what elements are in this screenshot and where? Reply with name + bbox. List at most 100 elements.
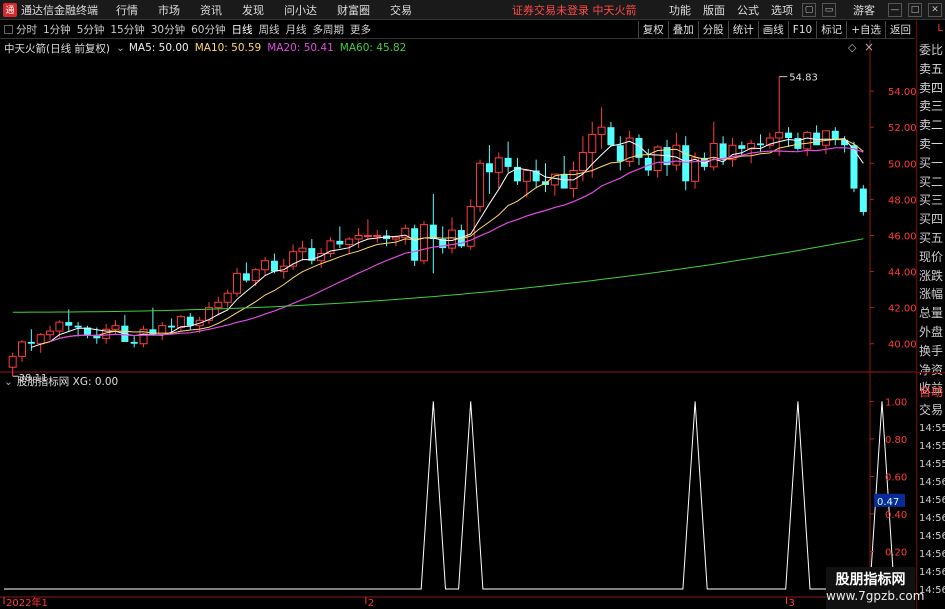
- candle-body: [391, 236, 400, 240]
- ma5-line: [31, 137, 864, 348]
- ytick-label: 54.00: [888, 87, 916, 98]
- quote-field-label: 买一: [919, 155, 944, 170]
- tick-time: 14:56: [919, 549, 945, 560]
- close-icon[interactable]: ✕: [928, 2, 942, 17]
- quote-field-label: 卖二: [919, 118, 944, 133]
- window-mode-icon[interactable]: ▭: [822, 2, 836, 17]
- menu-item-ask[interactable]: 问小达: [284, 2, 317, 18]
- candle-body: [214, 301, 223, 309]
- candle-body: [242, 273, 250, 281]
- panel-letter: L: [937, 23, 943, 34]
- maximize-icon[interactable]: □: [908, 2, 922, 17]
- menu-item-quotes[interactable]: 行情: [116, 2, 138, 18]
- candle-body: [27, 341, 35, 344]
- menu-item-options[interactable]: 选项: [771, 2, 793, 18]
- chevron-down-icon[interactable]: ⌄: [4, 376, 13, 388]
- ma60-line: [12, 238, 864, 313]
- tick-time: 14:56: [919, 513, 945, 524]
- trade-label[interactable]: 交易: [919, 401, 945, 420]
- candle-body: [821, 130, 830, 146]
- candle-body: [709, 142, 718, 168]
- xg-line: [4, 401, 895, 590]
- ytick-label: 44.00: [888, 268, 916, 279]
- app-logo-icon: 通: [3, 2, 17, 17]
- candle-body: [251, 269, 260, 282]
- quote-field-label: 买四: [919, 212, 944, 227]
- ytick-label: 48.00: [888, 195, 916, 206]
- candle-body: [130, 341, 138, 344]
- watermark: 股朋指标网 www.7gpzb.com: [826, 567, 925, 609]
- candle-body: [775, 132, 784, 139]
- menu-item-discover[interactable]: 发现: [242, 2, 264, 18]
- xtick-label: 2022年1: [6, 596, 48, 609]
- stock-title[interactable]: 中天火箭(日线 前复权): [4, 41, 110, 56]
- candle-body: [326, 240, 335, 255]
- watermark-title: 股朋指标网: [835, 572, 906, 588]
- candle-body: [504, 157, 512, 167]
- menu-item-market[interactable]: 市场: [158, 2, 180, 18]
- candle-body: [46, 330, 55, 336]
- candle-body: [859, 188, 867, 212]
- ind-ytick-label: 0.40: [885, 510, 907, 521]
- menu-item-wealth[interactable]: 财富圈: [337, 2, 370, 18]
- tick-time: 14:56: [919, 567, 945, 578]
- indicator-legend: ⌄ 股朋指标网 XG: 0.00: [4, 374, 118, 389]
- ytick-label: 42.00: [888, 304, 916, 315]
- candle-body: [682, 145, 690, 182]
- menu-item-trade[interactable]: 交易: [390, 2, 412, 18]
- watermark-url: www.7gpzb.com: [826, 589, 925, 603]
- candle-body: [850, 145, 858, 189]
- quote-field-label: 外盘: [919, 325, 944, 339]
- candle-body: [354, 234, 363, 240]
- chart-settings-icon[interactable]: ◇: [848, 41, 856, 54]
- ma60-value: MA60: 45.82: [339, 42, 407, 54]
- high-label: 54.83: [789, 73, 818, 84]
- candle-body: [233, 272, 242, 294]
- candle-body: [363, 234, 372, 237]
- tick-time: 14:56: [919, 477, 945, 488]
- indicator-title[interactable]: 股朋指标网 XG: 0.00: [17, 374, 118, 389]
- ma10-value: MA10: 50.59: [194, 42, 262, 54]
- guest-label[interactable]: 游客: [853, 2, 875, 18]
- ind-ytick-label: 0.20: [885, 547, 907, 558]
- restore-layout-icon[interactable]: ▢: [802, 2, 816, 17]
- tick-time: 14:55: [919, 423, 945, 434]
- quote-field-label: 卖五: [919, 61, 944, 76]
- quote-field-label: 买三: [919, 193, 944, 208]
- menu-item-formula[interactable]: 公式: [737, 2, 759, 18]
- ma20-value: MA20: 50.41: [267, 42, 334, 54]
- ma20-line: [49, 147, 864, 343]
- candle-body: [756, 143, 765, 146]
- tick-time: 14:56: [919, 531, 945, 542]
- candle-body: [560, 174, 568, 189]
- candle-body: [522, 169, 531, 182]
- cursor-value-label: 0.47: [877, 497, 899, 508]
- auto-trade-label[interactable]: 自动: [919, 383, 945, 402]
- quote-field-label: 卖一: [919, 137, 944, 151]
- menu-bar: 通 通达信金融终端 行情 市场 资讯 发现 问小达 财富圈 交易 证券交易未登录…: [0, 0, 945, 20]
- menu-item-layout[interactable]: 版面: [703, 2, 725, 18]
- minimize-icon[interactable]: —: [888, 2, 902, 17]
- chart-close-icon[interactable]: ×: [864, 40, 874, 54]
- price-chart[interactable]: 54.8338.11 40.0042.0044.0046.0048.0050.0…: [0, 21, 916, 609]
- ytick-label: 40.00: [888, 340, 916, 351]
- candle-body: [597, 126, 606, 135]
- candle-body: [373, 234, 382, 237]
- menu-item-function[interactable]: 功能: [669, 2, 691, 18]
- candle-body: [588, 133, 597, 153]
- quote-field-label: 涨幅: [919, 287, 944, 302]
- login-warning[interactable]: 证券交易未登录 中天火箭: [512, 2, 637, 18]
- quote-field-label: 买五: [919, 231, 944, 245]
- app-title: 通达信金融终端: [21, 3, 98, 17]
- candle-body: [494, 157, 503, 173]
- menu-item-news[interactable]: 资讯: [200, 2, 222, 18]
- panel-separator: [917, 372, 945, 373]
- candle-body: [607, 127, 615, 146]
- chevron-down-icon[interactable]: ⌄: [116, 42, 125, 54]
- quote-field-label: 净资: [919, 362, 944, 377]
- candle-body: [298, 247, 307, 253]
- ind-ytick-label: 0.60: [885, 472, 907, 483]
- candle-body: [261, 260, 270, 271]
- candle-body: [186, 316, 194, 326]
- candle-body: [578, 151, 587, 171]
